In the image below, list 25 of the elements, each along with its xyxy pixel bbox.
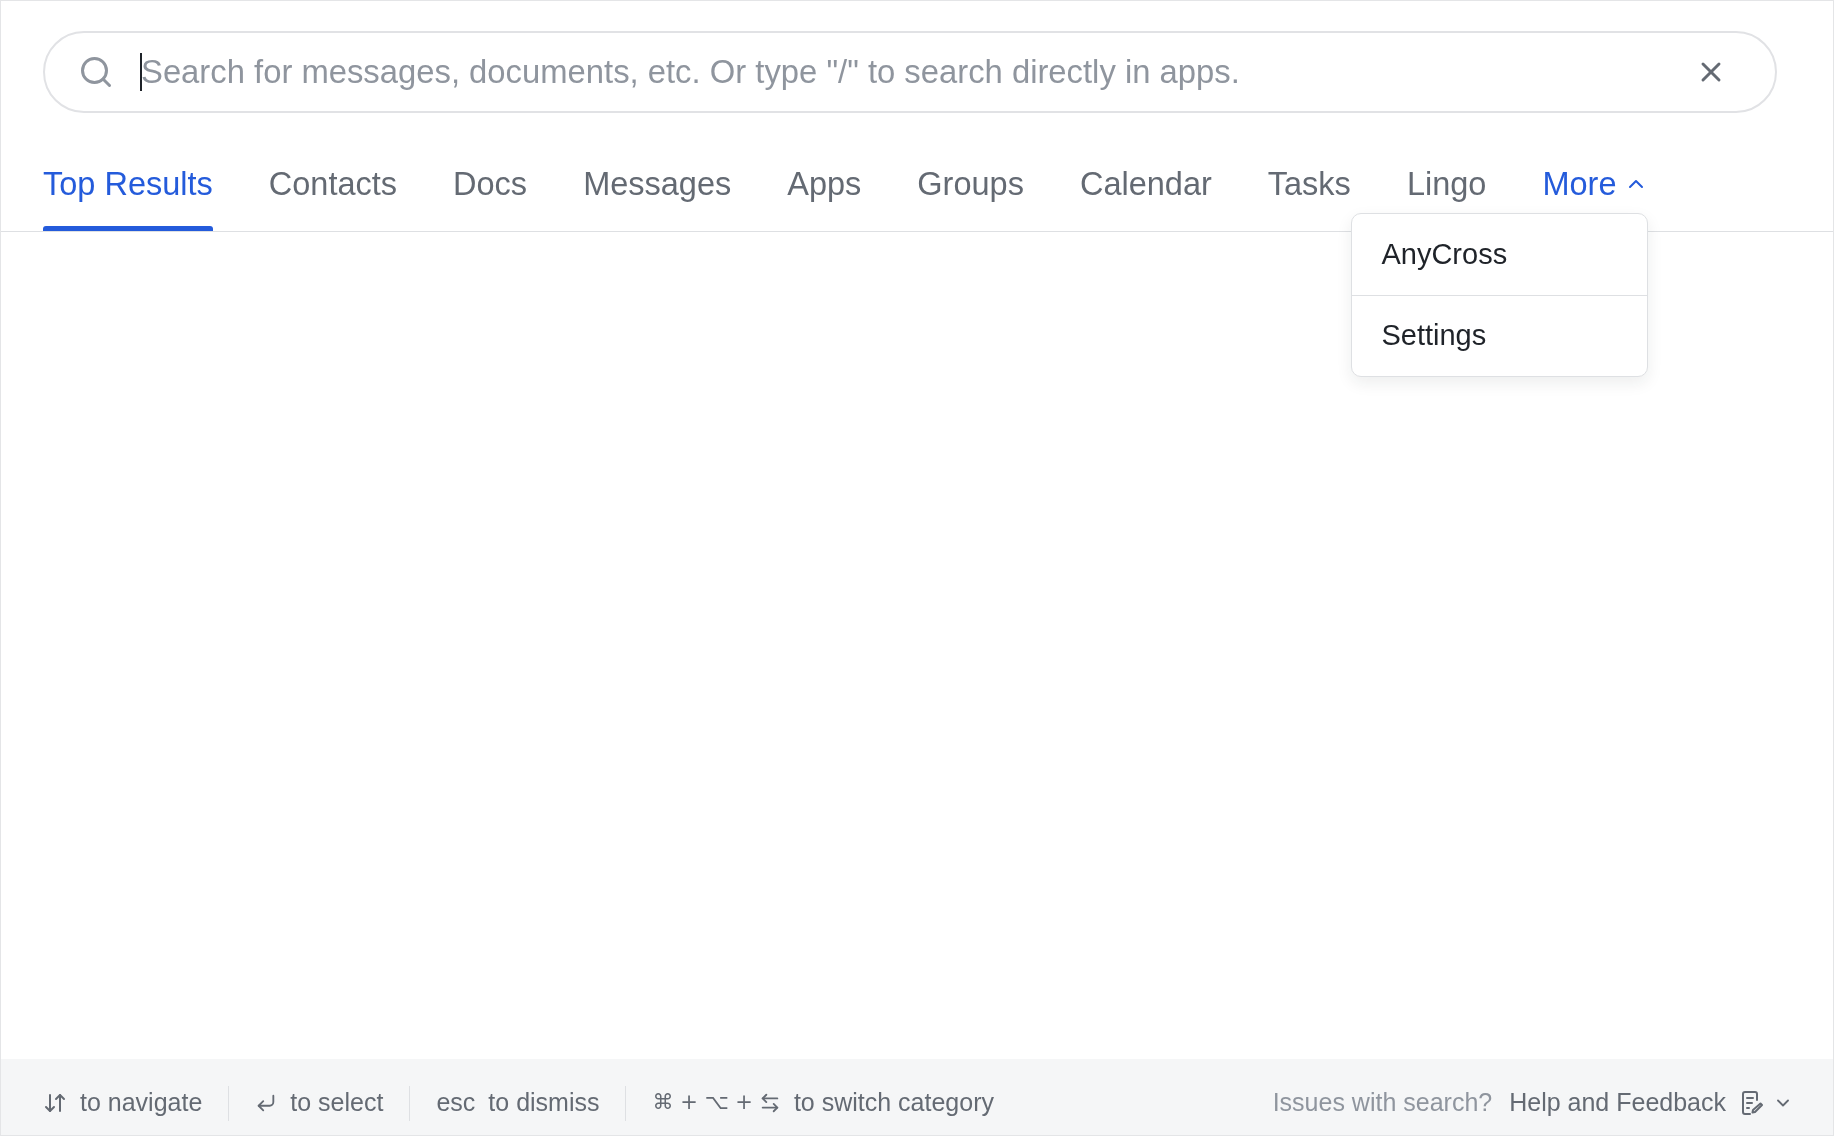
category-tab[interactable]: Lingo xyxy=(1406,164,1487,204)
menu-item[interactable]: AnyCross xyxy=(1352,214,1648,295)
search-field[interactable]: Search for messages, documents, etc. Or type "/" to search directly in apps. xyxy=(43,31,1777,113)
hint-text: to switch category xyxy=(793,1087,994,1119)
category-tab[interactable]: Groups xyxy=(917,164,1024,204)
category-tab[interactable]: Tasks xyxy=(1267,164,1351,204)
category-tab[interactable]: Contacts xyxy=(268,164,398,204)
category-tab[interactable]: Docs xyxy=(453,164,528,204)
shortcut-key: esc xyxy=(436,1084,476,1122)
category-tab[interactable]: Calendar xyxy=(1079,164,1212,204)
menu-item[interactable]: Settings xyxy=(1352,295,1648,376)
category-tab[interactable]: Apps xyxy=(787,164,862,204)
shortcut-key: ⌘ + ⌥ + xyxy=(652,1087,753,1119)
category-tab[interactable]: Messages xyxy=(583,164,732,204)
search-input[interactable]: Search for messages, documents, etc. Or type "/" to search directly in apps. xyxy=(141,50,1695,94)
hint-text: to navigate xyxy=(80,1087,203,1119)
note-edit-icon[interactable] xyxy=(1741,1091,1763,1115)
hint-text: to select xyxy=(290,1087,384,1119)
search-icon xyxy=(78,54,114,90)
more-tab[interactable]: More xyxy=(1542,164,1649,204)
hint-text: to dismiss xyxy=(488,1087,600,1119)
issues-text: Issues with search? xyxy=(1272,1087,1493,1119)
category-tab[interactable]: Top Results xyxy=(43,164,213,204)
help-feedback-link[interactable]: Help and Feedback xyxy=(1509,1084,1726,1122)
up-down-arrows-icon xyxy=(43,1091,67,1115)
